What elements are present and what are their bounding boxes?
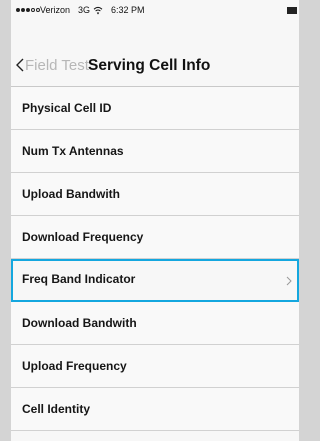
signal-strength-icon xyxy=(16,8,40,12)
list-item-selected[interactable]: Freq Band Indicator xyxy=(11,259,299,302)
list-item-label: Num Tx Antennas xyxy=(22,144,124,158)
wifi-icon xyxy=(93,6,103,15)
list-item[interactable]: Download Frequency xyxy=(11,216,299,259)
list-item-label: Download Bandwith xyxy=(22,316,137,330)
back-button[interactable]: Field Test xyxy=(25,58,89,74)
battery-icon xyxy=(287,7,297,14)
navigation-bar: Field Test Serving Cell Info xyxy=(11,21,299,87)
list-item-label: Upload Bandwith xyxy=(22,187,120,201)
list-item[interactable]: Num Tx Antennas xyxy=(11,130,299,173)
status-bar: Verizon 3G 6:32 PM xyxy=(11,0,299,21)
signal-dot xyxy=(26,8,30,12)
status-time: 6:32 PM xyxy=(111,5,145,15)
list-item-label: Physical Cell ID xyxy=(22,101,112,115)
chevron-right-icon xyxy=(286,276,292,286)
list-item[interactable]: Upload Frequency xyxy=(11,345,299,388)
network-type: 3G xyxy=(78,5,91,15)
carrier-name: Verizon xyxy=(40,5,71,15)
list-item-label: Cell Identity xyxy=(22,402,91,416)
list-item[interactable]: Physical Cell ID xyxy=(11,87,299,130)
list-item-label: Download Frequency xyxy=(22,230,144,244)
back-chevron-icon[interactable] xyxy=(16,58,24,72)
list-item[interactable]: Cell Identity xyxy=(11,388,299,431)
serving-cell-info-list: Physical Cell ID Num Tx Antennas Upload … xyxy=(11,87,299,431)
phone-screen: Verizon 3G 6:32 PM Field Test Serving Ce… xyxy=(11,0,299,441)
page-title: Serving Cell Info xyxy=(88,57,211,74)
list-item[interactable]: Download Bandwith xyxy=(11,302,299,345)
list-item-label: Freq Band Indicator xyxy=(22,272,136,286)
signal-dot xyxy=(21,8,25,12)
list-item-label: Upload Frequency xyxy=(22,359,127,373)
signal-dot xyxy=(31,8,35,12)
signal-dot xyxy=(16,8,20,12)
list-item[interactable]: Upload Bandwith xyxy=(11,173,299,216)
